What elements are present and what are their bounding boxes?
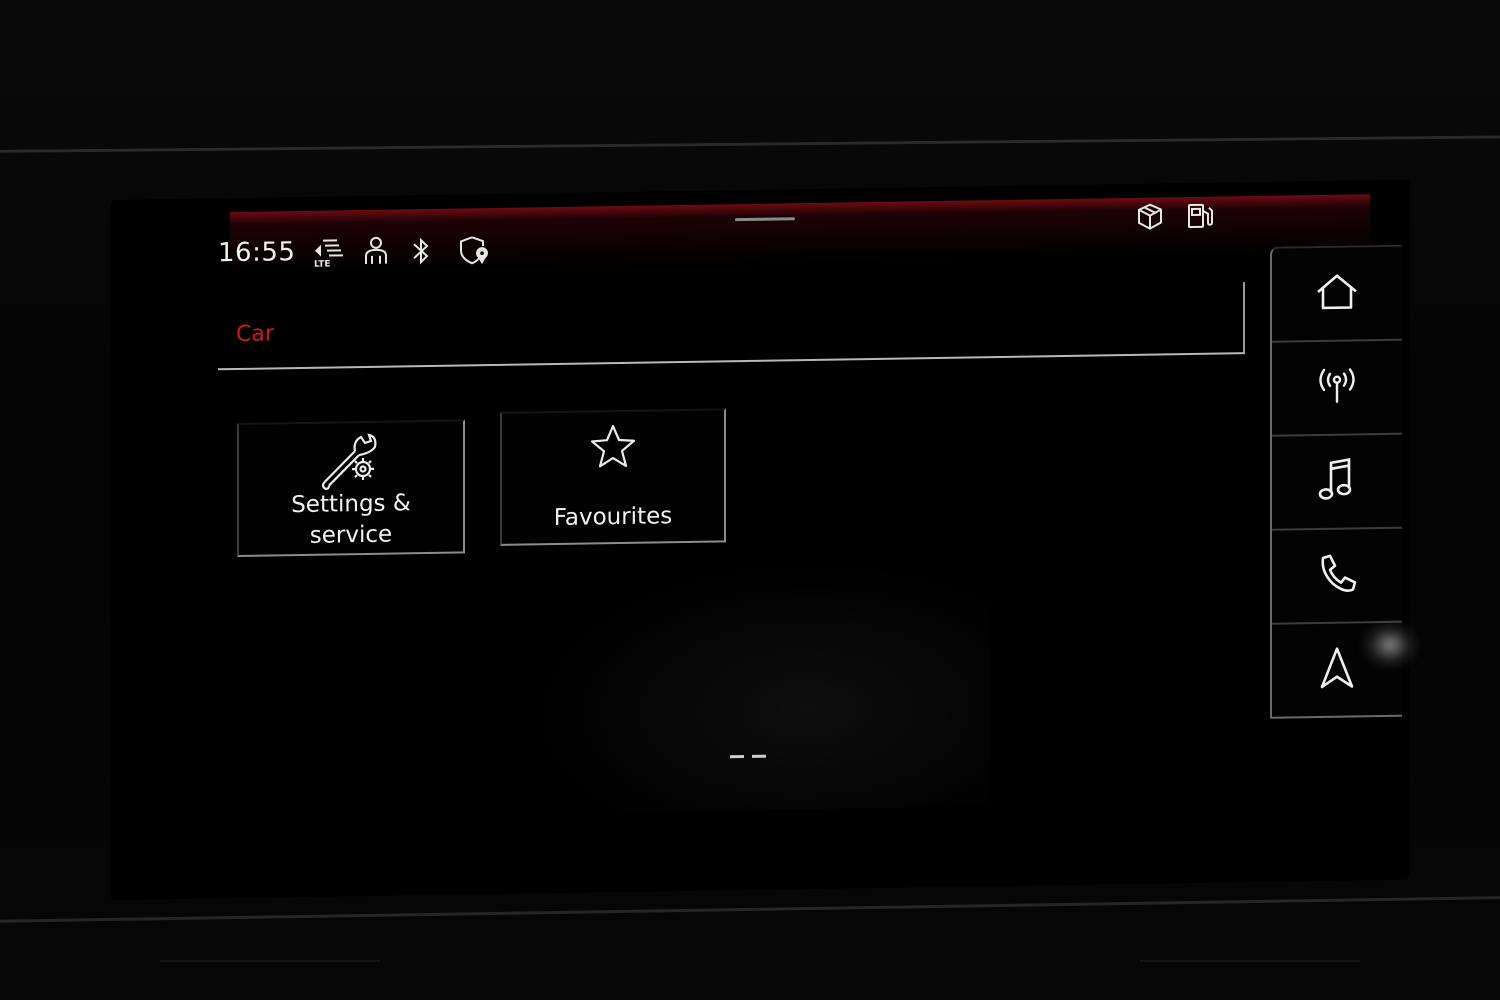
- nav-home[interactable]: [1272, 246, 1402, 343]
- settings-tile-label-line1: Settings &: [291, 490, 411, 519]
- wrench-gear-icon: [319, 431, 383, 496]
- radio-antenna-icon: [1314, 365, 1360, 410]
- home-icon: [1314, 271, 1360, 316]
- page-indicator-2[interactable]: [752, 754, 766, 758]
- pagination-indicator: [730, 754, 766, 759]
- side-nav: [1270, 244, 1402, 719]
- clock: 16:55: [218, 237, 296, 269]
- phone-icon: [1315, 551, 1359, 600]
- status-bar: 16:55 LTE: [218, 234, 489, 270]
- air-vent-right: [1140, 960, 1360, 1000]
- navigation-arrow-icon: [1317, 644, 1357, 695]
- fuel-pump-icon: [1185, 201, 1215, 231]
- settings-tile-label-line2: service: [309, 521, 393, 549]
- pull-down-handle[interactable]: [735, 217, 795, 222]
- page-header: Car: [218, 282, 1245, 371]
- air-vent-left: [160, 960, 380, 1000]
- package-icon: [1135, 201, 1165, 231]
- page-title: Car: [236, 321, 274, 348]
- bluetooth-icon: [409, 235, 439, 265]
- nav-navigation[interactable]: [1272, 622, 1402, 719]
- settings-and-service-tile[interactable]: Settings & service: [237, 419, 465, 558]
- favourites-tile-label: Favourites: [553, 503, 673, 532]
- nav-phone[interactable]: [1272, 528, 1402, 625]
- driver-profile-icon: [361, 236, 391, 266]
- music-note-icon: [1317, 456, 1357, 507]
- nav-media[interactable]: [1272, 434, 1402, 531]
- star-icon: [588, 422, 638, 475]
- nav-radio[interactable]: [1272, 340, 1402, 437]
- status-bar-right: [1135, 201, 1215, 232]
- favourites-tile[interactable]: Favourites: [500, 408, 726, 546]
- page-indicator-1[interactable]: [730, 755, 744, 759]
- dashboard-photo: 16:55 LTE Car Settings & service Favouri…: [0, 0, 1500, 1000]
- infotainment-screen: 16:55 LTE Car Settings & service Favouri…: [110, 179, 1410, 900]
- lte-signal-icon: LTE: [313, 236, 344, 270]
- location-shield-icon: [457, 234, 489, 265]
- svg-text:LTE: LTE: [314, 260, 331, 269]
- screen-reflection: [530, 556, 990, 814]
